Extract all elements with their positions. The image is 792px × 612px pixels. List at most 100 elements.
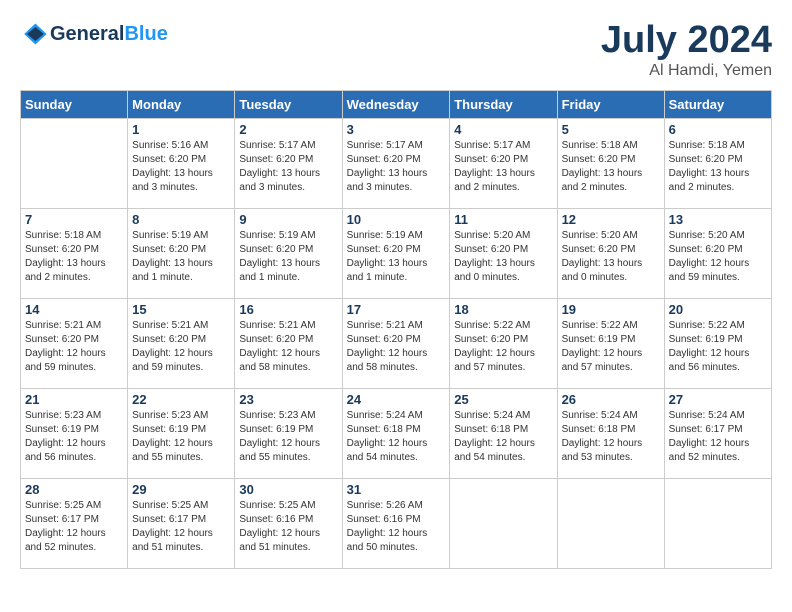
day-info: Sunrise: 5:23 AM Sunset: 6:19 PM Dayligh… bbox=[132, 409, 230, 465]
calendar-cell: 19 Sunrise: 5:22 AM Sunset: 6:19 PM Dayli… bbox=[557, 298, 664, 388]
calendar-cell: 25 Sunrise: 5:24 AM Sunset: 6:18 PM Dayli… bbox=[450, 388, 557, 478]
calendar-cell: 6 Sunrise: 5:18 AM Sunset: 6:20 PM Daylig… bbox=[664, 118, 771, 208]
day-info: Sunrise: 5:26 AM Sunset: 6:16 PM Dayligh… bbox=[347, 499, 446, 555]
calendar-cell: 2 Sunrise: 5:17 AM Sunset: 6:20 PM Daylig… bbox=[235, 118, 342, 208]
day-number: 26 bbox=[562, 392, 660, 407]
logo-line1: General bbox=[50, 23, 124, 45]
day-info: Sunrise: 5:20 AM Sunset: 6:20 PM Dayligh… bbox=[562, 229, 660, 285]
day-info: Sunrise: 5:19 AM Sunset: 6:20 PM Dayligh… bbox=[132, 229, 230, 285]
day-info: Sunrise: 5:17 AM Sunset: 6:20 PM Dayligh… bbox=[347, 139, 446, 195]
column-header-saturday: Saturday bbox=[664, 90, 771, 118]
calendar-cell: 4 Sunrise: 5:17 AM Sunset: 6:20 PM Daylig… bbox=[450, 118, 557, 208]
column-header-wednesday: Wednesday bbox=[342, 90, 450, 118]
day-info: Sunrise: 5:21 AM Sunset: 6:20 PM Dayligh… bbox=[239, 319, 337, 375]
week-row-2: 7Sunrise: 5:18 AM Sunset: 6:20 PM Daylig… bbox=[21, 208, 772, 298]
day-number: 14 bbox=[25, 302, 123, 317]
day-info: Sunrise: 5:25 AM Sunset: 6:16 PM Dayligh… bbox=[239, 499, 337, 555]
day-number: 23 bbox=[239, 392, 337, 407]
calendar-cell: 21 Sunrise: 5:23 AM Sunset: 6:19 PM Dayli… bbox=[21, 388, 128, 478]
day-number: 2 bbox=[239, 122, 337, 137]
day-number: 28 bbox=[25, 482, 123, 497]
day-info: Sunrise: 5:18 AM Sunset: 6:20 PM Dayligh… bbox=[562, 139, 660, 195]
day-number: 11 bbox=[454, 212, 552, 227]
day-number: 8 bbox=[132, 212, 230, 227]
day-number: 25 bbox=[454, 392, 552, 407]
week-row-5: 28 Sunrise: 5:25 AM Sunset: 6:17 PM Dayli… bbox=[21, 478, 772, 568]
calendar-cell: 30 Sunrise: 5:25 AM Sunset: 6:16 PM Dayli… bbox=[235, 478, 342, 568]
day-number: 19 bbox=[562, 302, 660, 317]
title-area: July 2024 Al Hamdi, Yemen bbox=[601, 20, 772, 80]
day-number: 17 bbox=[347, 302, 446, 317]
calendar-cell: 31 Sunrise: 5:26 AM Sunset: 6:16 PM Dayli… bbox=[342, 478, 450, 568]
header-row: SundayMondayTuesdayWednesdayThursdayFrid… bbox=[21, 90, 772, 118]
day-info: Sunrise: 5:21 AM Sunset: 6:20 PM Dayligh… bbox=[347, 319, 446, 375]
calendar-cell: 22 Sunrise: 5:23 AM Sunset: 6:19 PM Dayli… bbox=[128, 388, 235, 478]
column-header-sunday: Sunday bbox=[21, 90, 128, 118]
day-info: Sunrise: 5:23 AM Sunset: 6:19 PM Dayligh… bbox=[239, 409, 337, 465]
month-title: July 2024 bbox=[601, 20, 772, 62]
day-info: Sunrise: 5:17 AM Sunset: 6:20 PM Dayligh… bbox=[454, 139, 552, 195]
calendar-cell bbox=[664, 478, 771, 568]
day-info: Sunrise: 5:18 AM Sunset: 6:20 PM Dayligh… bbox=[25, 229, 123, 285]
day-info: Sunrise: 5:21 AM Sunset: 6:20 PM Dayligh… bbox=[25, 319, 123, 375]
week-row-3: 14 Sunrise: 5:21 AM Sunset: 6:20 PM Dayli… bbox=[21, 298, 772, 388]
calendar-cell: 9Sunrise: 5:19 AM Sunset: 6:20 PM Daylig… bbox=[235, 208, 342, 298]
day-info: Sunrise: 5:16 AM Sunset: 6:20 PM Dayligh… bbox=[132, 139, 230, 195]
calendar-cell: 14 Sunrise: 5:21 AM Sunset: 6:20 PM Dayli… bbox=[21, 298, 128, 388]
calendar-cell: 8 Sunrise: 5:19 AM Sunset: 6:20 PM Daylig… bbox=[128, 208, 235, 298]
calendar-cell: 12 Sunrise: 5:20 AM Sunset: 6:20 PM Dayli… bbox=[557, 208, 664, 298]
day-number: 22 bbox=[132, 392, 230, 407]
day-number: 30 bbox=[239, 482, 337, 497]
logo-icon bbox=[20, 20, 48, 48]
column-header-tuesday: Tuesday bbox=[235, 90, 342, 118]
calendar-cell: 29Sunrise: 5:25 AM Sunset: 6:17 PM Dayli… bbox=[128, 478, 235, 568]
day-number: 13 bbox=[669, 212, 767, 227]
calendar-cell: 3 Sunrise: 5:17 AM Sunset: 6:20 PM Daylig… bbox=[342, 118, 450, 208]
day-number: 15 bbox=[132, 302, 230, 317]
day-info: Sunrise: 5:25 AM Sunset: 6:17 PM Dayligh… bbox=[25, 499, 123, 555]
calendar-cell bbox=[450, 478, 557, 568]
column-header-friday: Friday bbox=[557, 90, 664, 118]
calendar-cell: 15Sunrise: 5:21 AM Sunset: 6:20 PM Dayli… bbox=[128, 298, 235, 388]
calendar-cell: 17 Sunrise: 5:21 AM Sunset: 6:20 PM Dayli… bbox=[342, 298, 450, 388]
calendar-cell bbox=[21, 118, 128, 208]
calendar-cell: 10 Sunrise: 5:19 AM Sunset: 6:20 PM Dayli… bbox=[342, 208, 450, 298]
calendar-cell: 7Sunrise: 5:18 AM Sunset: 6:20 PM Daylig… bbox=[21, 208, 128, 298]
day-info: Sunrise: 5:19 AM Sunset: 6:20 PM Dayligh… bbox=[347, 229, 446, 285]
day-info: Sunrise: 5:17 AM Sunset: 6:20 PM Dayligh… bbox=[239, 139, 337, 195]
calendar-cell: 1 Sunrise: 5:16 AM Sunset: 6:20 PM Daylig… bbox=[128, 118, 235, 208]
column-header-monday: Monday bbox=[128, 90, 235, 118]
day-number: 3 bbox=[347, 122, 446, 137]
week-row-4: 21 Sunrise: 5:23 AM Sunset: 6:19 PM Dayli… bbox=[21, 388, 772, 478]
day-info: Sunrise: 5:23 AM Sunset: 6:19 PM Dayligh… bbox=[25, 409, 123, 465]
day-number: 21 bbox=[25, 392, 123, 407]
day-number: 5 bbox=[562, 122, 660, 137]
calendar-table: SundayMondayTuesdayWednesdayThursdayFrid… bbox=[20, 90, 772, 569]
day-number: 18 bbox=[454, 302, 552, 317]
day-info: Sunrise: 5:18 AM Sunset: 6:20 PM Dayligh… bbox=[669, 139, 767, 195]
calendar-cell: 16Sunrise: 5:21 AM Sunset: 6:20 PM Dayli… bbox=[235, 298, 342, 388]
day-info: Sunrise: 5:25 AM Sunset: 6:17 PM Dayligh… bbox=[132, 499, 230, 555]
day-info: Sunrise: 5:24 AM Sunset: 6:18 PM Dayligh… bbox=[454, 409, 552, 465]
calendar-cell: 11Sunrise: 5:20 AM Sunset: 6:20 PM Dayli… bbox=[450, 208, 557, 298]
logo-line2: Blue bbox=[124, 23, 167, 45]
logo: GeneralBlue bbox=[20, 20, 168, 48]
day-info: Sunrise: 5:24 AM Sunset: 6:17 PM Dayligh… bbox=[669, 409, 767, 465]
day-info: Sunrise: 5:22 AM Sunset: 6:19 PM Dayligh… bbox=[562, 319, 660, 375]
day-number: 20 bbox=[669, 302, 767, 317]
day-number: 24 bbox=[347, 392, 446, 407]
calendar-cell: 20Sunrise: 5:22 AM Sunset: 6:19 PM Dayli… bbox=[664, 298, 771, 388]
day-number: 31 bbox=[347, 482, 446, 497]
day-number: 12 bbox=[562, 212, 660, 227]
day-number: 4 bbox=[454, 122, 552, 137]
calendar-cell: 27Sunrise: 5:24 AM Sunset: 6:17 PM Dayli… bbox=[664, 388, 771, 478]
calendar-cell: 13Sunrise: 5:20 AM Sunset: 6:20 PM Dayli… bbox=[664, 208, 771, 298]
day-info: Sunrise: 5:24 AM Sunset: 6:18 PM Dayligh… bbox=[347, 409, 446, 465]
calendar-cell: 5 Sunrise: 5:18 AM Sunset: 6:20 PM Daylig… bbox=[557, 118, 664, 208]
day-number: 1 bbox=[132, 122, 230, 137]
day-number: 6 bbox=[669, 122, 767, 137]
calendar-cell: 24 Sunrise: 5:24 AM Sunset: 6:18 PM Dayli… bbox=[342, 388, 450, 478]
column-header-thursday: Thursday bbox=[450, 90, 557, 118]
day-number: 10 bbox=[347, 212, 446, 227]
day-info: Sunrise: 5:22 AM Sunset: 6:20 PM Dayligh… bbox=[454, 319, 552, 375]
